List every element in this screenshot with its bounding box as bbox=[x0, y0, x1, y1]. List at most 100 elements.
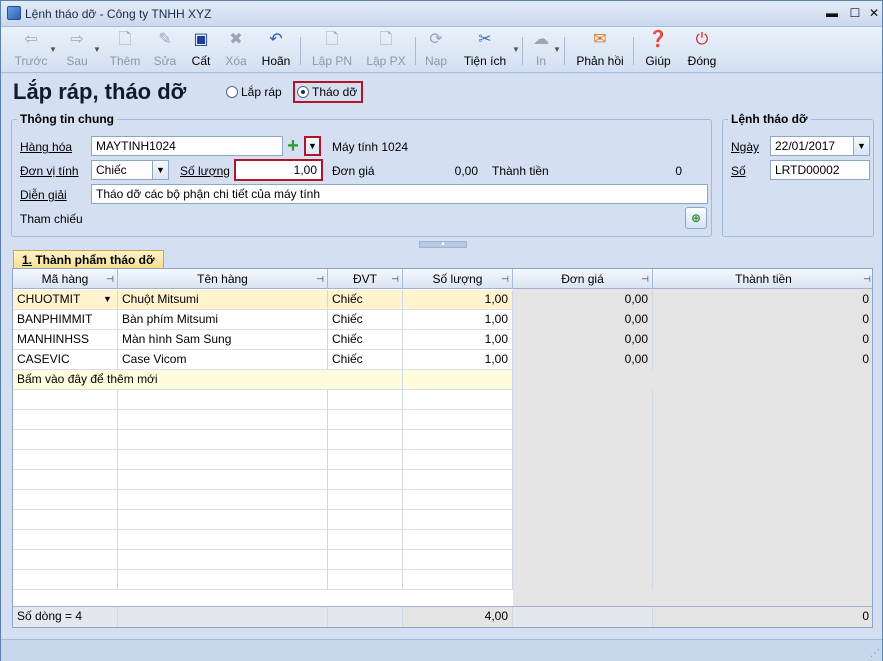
cell-unit[interactable]: Chiếc bbox=[328, 310, 403, 330]
radio-selected-icon bbox=[297, 86, 309, 98]
empty-cell bbox=[403, 430, 513, 450]
empty-cell bbox=[513, 430, 653, 450]
add-new-label[interactable]: Bấm vào đây để thêm mới bbox=[13, 370, 328, 390]
print-button[interactable]: ☁ In bbox=[529, 30, 553, 70]
feedback-button[interactable]: ✉ Phản hồi bbox=[575, 30, 625, 70]
description-input[interactable]: Tháo dỡ các bộ phận chi tiết của máy tín… bbox=[91, 184, 708, 204]
radio-disassemble[interactable]: Tháo dỡ bbox=[293, 81, 364, 103]
add-new-row[interactable]: Bấm vào đây để thêm mới bbox=[13, 370, 513, 390]
add-goods-icon[interactable]: + bbox=[284, 136, 302, 156]
column-header-unit[interactable]: ĐVT ⊣ bbox=[328, 269, 403, 289]
qty-input[interactable]: 1,00 bbox=[234, 159, 323, 181]
empty-cell bbox=[13, 430, 118, 450]
cell-name[interactable]: Case Vicom bbox=[118, 350, 328, 370]
cell-qty[interactable]: 1,00 bbox=[403, 350, 513, 370]
pin-icon[interactable]: ⊣ bbox=[501, 269, 509, 289]
minimize-button[interactable]: ▬ bbox=[823, 5, 841, 21]
close-window-button[interactable]: ✕ bbox=[865, 5, 883, 21]
tab-finished-products[interactable]: 1. Thành phẩm tháo dỡ bbox=[13, 250, 164, 269]
column-header-amount[interactable]: Thành tiền ⊣ bbox=[653, 269, 872, 289]
table-row[interactable]: CASEVIC Case Vicom Chiếc 1,00 0,00 0 bbox=[13, 350, 872, 370]
create-pn-button[interactable]: 🗋 Lập PN bbox=[309, 30, 355, 70]
cell-unit[interactable]: Chiếc bbox=[328, 290, 403, 310]
empty-cell bbox=[118, 470, 328, 490]
load-button[interactable]: ⟳ Nạp bbox=[421, 30, 451, 70]
cell-code[interactable]: BANPHIMMIT bbox=[13, 310, 118, 330]
help-button[interactable]: ❓ Giúp bbox=[641, 30, 675, 70]
pin-icon[interactable]: ⊣ bbox=[863, 269, 871, 289]
collapse-panel-handle[interactable]: ▲ bbox=[419, 241, 467, 248]
add-button[interactable]: 🗋 Thêm bbox=[107, 30, 143, 70]
empty-row bbox=[13, 530, 872, 550]
save-button[interactable]: ▣ Cất bbox=[185, 30, 217, 70]
table-row[interactable]: CHUOTMIT ▼ Chuột Mitsumi Chiếc 1,00 0,00… bbox=[13, 290, 872, 310]
table-row[interactable]: MANHINHSS Màn hình Sam Sung Chiếc 1,00 0… bbox=[13, 330, 872, 350]
delete-button[interactable]: ✖ Xóa bbox=[219, 30, 253, 70]
date-picker-button[interactable]: ▼ bbox=[853, 136, 870, 156]
table-row[interactable]: BANPHIMMIT Bàn phím Mitsumi Chiếc 1,00 0… bbox=[13, 310, 872, 330]
reference-search-icon[interactable]: ⊕ bbox=[685, 207, 707, 229]
new-document-icon: 🗋 bbox=[118, 31, 132, 48]
edit-document-icon: ✎ bbox=[158, 31, 172, 48]
pin-icon[interactable]: ⊣ bbox=[106, 269, 114, 289]
cell-price: 0,00 bbox=[513, 350, 653, 370]
unit-select[interactable]: Chiếc bbox=[91, 160, 153, 180]
cell-code[interactable]: CASEVIC bbox=[13, 350, 118, 370]
unit-dropdown-button[interactable]: ▼ bbox=[152, 160, 169, 180]
cell-amount: 0 bbox=[653, 310, 872, 330]
goods-dropdown-button[interactable]: ▼ bbox=[304, 136, 321, 156]
toolbar: ⇦ Trước ▼ ⇨ Sau ▼ 🗋 Thêm ✎ Sửa ▣ Cất ✖ X… bbox=[1, 27, 882, 73]
cell-code[interactable]: MANHINHSS bbox=[13, 330, 118, 350]
empty-row bbox=[13, 410, 872, 430]
cell-name[interactable]: Màn hình Sam Sung bbox=[118, 330, 328, 350]
forward-button[interactable]: ⇨ Sau bbox=[59, 30, 95, 70]
pin-icon[interactable]: ⊣ bbox=[391, 269, 399, 289]
add-new-cell[interactable] bbox=[328, 370, 403, 390]
delete-icon: ✖ bbox=[229, 31, 243, 48]
cell-qty[interactable]: 1,00 bbox=[403, 290, 513, 310]
cell-name[interactable]: Chuột Mitsumi bbox=[118, 290, 328, 310]
arrow-right-icon: ⇨ bbox=[70, 31, 84, 48]
maximize-button[interactable]: ☐ bbox=[846, 5, 864, 21]
back-button[interactable]: ⇦ Trước bbox=[9, 30, 53, 70]
forward-dropdown-icon[interactable]: ▼ bbox=[93, 45, 101, 54]
number-input[interactable]: LRTD00002 bbox=[770, 160, 870, 180]
pin-icon[interactable]: ⊣ bbox=[316, 269, 324, 289]
empty-cell bbox=[403, 450, 513, 470]
code-dropdown-icon[interactable]: ▼ bbox=[99, 290, 116, 309]
load-icon: ⟳ bbox=[429, 31, 443, 48]
column-header-qty[interactable]: Số lượng ⊣ bbox=[403, 269, 513, 289]
create-px-button[interactable]: 🗋 Lập PX bbox=[363, 30, 409, 70]
radio-assemble[interactable]: Lắp ráp bbox=[226, 85, 282, 99]
empty-cell bbox=[403, 530, 513, 550]
undo-button[interactable]: ↶ Hoãn bbox=[257, 30, 295, 70]
column-header-price[interactable]: Đơn giá ⊣ bbox=[513, 269, 653, 289]
empty-cell bbox=[513, 410, 653, 430]
cell-unit[interactable]: Chiếc bbox=[328, 350, 403, 370]
cell-name[interactable]: Bàn phím Mitsumi bbox=[118, 310, 328, 330]
main-content: Lắp ráp, tháo dỡ Lắp ráp Tháo dỡ Thông t… bbox=[1, 74, 882, 661]
empty-cell bbox=[653, 430, 872, 450]
empty-cell bbox=[653, 570, 872, 590]
print-dropdown-icon[interactable]: ▼ bbox=[553, 45, 561, 54]
back-dropdown-icon[interactable]: ▼ bbox=[49, 45, 57, 54]
pin-icon[interactable]: ⊣ bbox=[641, 269, 649, 289]
column-header-name[interactable]: Tên hàng ⊣ bbox=[118, 269, 328, 289]
goods-input[interactable]: MAYTINH1024 bbox=[91, 136, 283, 156]
cell-unit[interactable]: Chiếc bbox=[328, 330, 403, 350]
empty-cell bbox=[403, 470, 513, 490]
close-button[interactable]: ⏻ Đóng bbox=[683, 30, 721, 70]
edit-button[interactable]: ✎ Sửa bbox=[147, 30, 183, 70]
utilities-button[interactable]: ✂ Tiện ích bbox=[461, 30, 509, 70]
add-new-cell[interactable] bbox=[403, 370, 513, 390]
cell-qty[interactable]: 1,00 bbox=[403, 330, 513, 350]
utilities-dropdown-icon[interactable]: ▼ bbox=[512, 45, 520, 54]
resize-grip-icon[interactable]: ⋰ bbox=[870, 648, 880, 659]
empty-cell bbox=[118, 390, 328, 410]
date-input[interactable]: 22/01/2017 bbox=[770, 136, 854, 156]
cell-price: 0,00 bbox=[513, 330, 653, 350]
empty-row bbox=[13, 570, 872, 590]
column-header-code[interactable]: Mã hàng ⊣ bbox=[13, 269, 118, 289]
empty-cell bbox=[13, 550, 118, 570]
cell-qty[interactable]: 1,00 bbox=[403, 310, 513, 330]
